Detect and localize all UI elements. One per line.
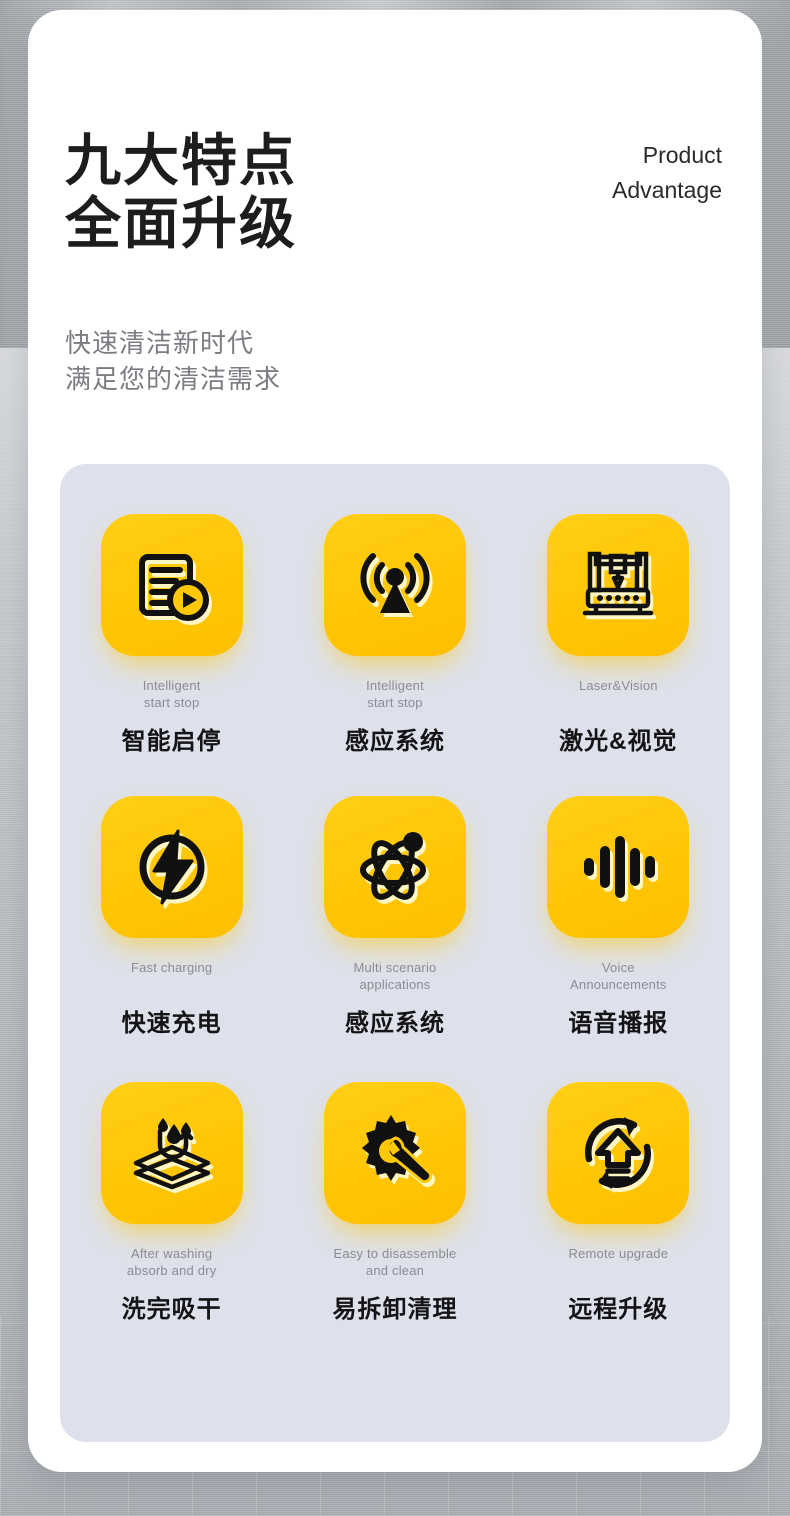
feature-tile[interactable] — [547, 796, 690, 938]
feature-item-sensor-system[interactable]: Intelligent start stop 感应系统 — [283, 514, 506, 756]
feature-tile[interactable] — [100, 514, 243, 656]
caption-en-line-1: Intelligent — [142, 678, 201, 693]
caption-en-line-2: Announcements — [570, 976, 667, 992]
feature-caption-en: Intelligent start stop — [366, 678, 424, 712]
caption-en-line-2: and clean — [365, 1262, 425, 1278]
lightning-bolt-icon — [130, 825, 214, 909]
feature-tile[interactable] — [547, 1082, 690, 1224]
feature-item-laser-vision[interactable]: Laser&Vision 激光&视觉 — [507, 514, 730, 756]
feature-tile[interactable] — [100, 1082, 243, 1224]
feature-item-voice-announcements[interactable]: Voice Announcements 语音播报 — [507, 796, 730, 1038]
feature-item-intelligent-start-stop[interactable]: Intelligent start stop 智能启停 — [60, 514, 283, 756]
feature-caption-cn: 感应系统 — [344, 728, 445, 755]
eyebrow-line-1: Product — [642, 142, 722, 168]
caption-en-line-1: Intelligent — [366, 678, 424, 693]
document-play-icon — [130, 543, 214, 627]
feature-item-multi-scenario[interactable]: Multi scenario applications 感应系统 — [283, 796, 506, 1038]
feature-caption-en: Fast charging — [131, 960, 212, 994]
feature-caption-cn: 智能启停 — [121, 728, 222, 755]
laser-machine-icon — [576, 543, 660, 627]
feature-caption-en: Multi scenario applications — [353, 960, 436, 994]
refresh-upgrade-icon — [576, 1111, 660, 1195]
feature-caption-en: Remote upgrade — [569, 1246, 669, 1280]
feature-caption-en: Intelligent start stop — [143, 678, 201, 712]
caption-en-line-1: After washing — [130, 1246, 213, 1261]
page-subtitle: 快速清洁新时代 满足您的清洁需求 — [65, 326, 281, 398]
card-header: 九大特点 全面升级 快速清洁新时代 满足您的清洁需求 Product Advan… — [28, 10, 762, 464]
feature-caption-cn: 快速充电 — [121, 1010, 222, 1037]
caption-en-line-2: absorb and dry — [126, 1262, 217, 1278]
feature-item-fast-charging[interactable]: Fast charging 快速充电 — [60, 796, 283, 1038]
features-panel: Intelligent start stop 智能启停 Intelligent … — [60, 464, 730, 1442]
feature-row-3: After washing absorb and dry 洗完吸干 Easy t… — [60, 1082, 730, 1324]
feature-caption-cn: 语音播报 — [568, 1010, 669, 1037]
page-title: 九大特点 全面升级 — [65, 129, 297, 255]
feature-caption-cn: 感应系统 — [344, 1010, 445, 1037]
feature-tile[interactable] — [100, 796, 243, 938]
caption-en-line-1: Fast charging — [130, 960, 213, 975]
caption-en-line-1: Multi scenario — [353, 960, 437, 975]
feature-caption-en: Easy to disassemble and clean — [333, 1246, 456, 1280]
feature-tile[interactable] — [323, 796, 466, 938]
caption-en-line-1: Easy to disassemble — [333, 1246, 457, 1261]
feature-caption-cn: 远程升级 — [568, 1296, 669, 1323]
feature-tile[interactable] — [547, 514, 690, 656]
feature-item-absorb-and-dry[interactable]: After washing absorb and dry 洗完吸干 — [60, 1082, 283, 1324]
eyebrow-line-2: Advantage — [612, 176, 722, 203]
feature-tile[interactable] — [323, 1082, 466, 1224]
feature-caption-en: After washing absorb and dry — [127, 1246, 217, 1280]
caption-en-line-1: Laser&Vision — [578, 678, 658, 693]
feature-tile[interactable] — [323, 514, 466, 656]
headline-line-1: 九大特点 — [65, 129, 297, 192]
headline-line-2: 全面升级 — [65, 191, 297, 255]
feature-item-remote-upgrade[interactable]: Remote upgrade 远程升级 — [507, 1082, 730, 1324]
eyebrow-product-advantage: Product Advantage — [612, 138, 722, 207]
caption-en-line-2: start stop — [367, 694, 423, 710]
feature-caption-cn: 洗完吸干 — [121, 1296, 222, 1323]
feature-row-1: Intelligent start stop 智能启停 Intelligent … — [60, 514, 730, 756]
feature-row-2: Fast charging 快速充电 Multi scenario applic… — [60, 796, 730, 1038]
subtitle-line-2: 满足您的清洁需求 — [65, 363, 282, 394]
feature-card: 九大特点 全面升级 快速清洁新时代 满足您的清洁需求 Product Advan… — [28, 10, 762, 1472]
feature-item-easy-disassemble[interactable]: Easy to disassemble and clean 易拆卸清理 — [283, 1082, 506, 1324]
caption-en-line-2: start stop — [143, 694, 200, 710]
gear-wrench-icon — [353, 1111, 437, 1195]
voice-waveform-icon — [576, 825, 660, 909]
feature-caption-en: Voice Announcements — [570, 960, 667, 994]
atom-icon — [353, 825, 437, 909]
feature-caption-en: Laser&Vision — [579, 678, 658, 712]
signal-sensor-icon — [353, 543, 437, 627]
caption-en-line-1: Remote upgrade — [568, 1246, 669, 1261]
feature-caption-cn: 易拆卸清理 — [332, 1296, 458, 1323]
subtitle-line-1: 快速清洁新时代 — [65, 328, 255, 358]
feature-caption-cn: 激光&视觉 — [559, 728, 678, 755]
caption-en-line-2: applications — [359, 976, 431, 992]
water-drop-layers-icon — [130, 1111, 214, 1195]
caption-en-line-1: Voice — [601, 960, 635, 975]
